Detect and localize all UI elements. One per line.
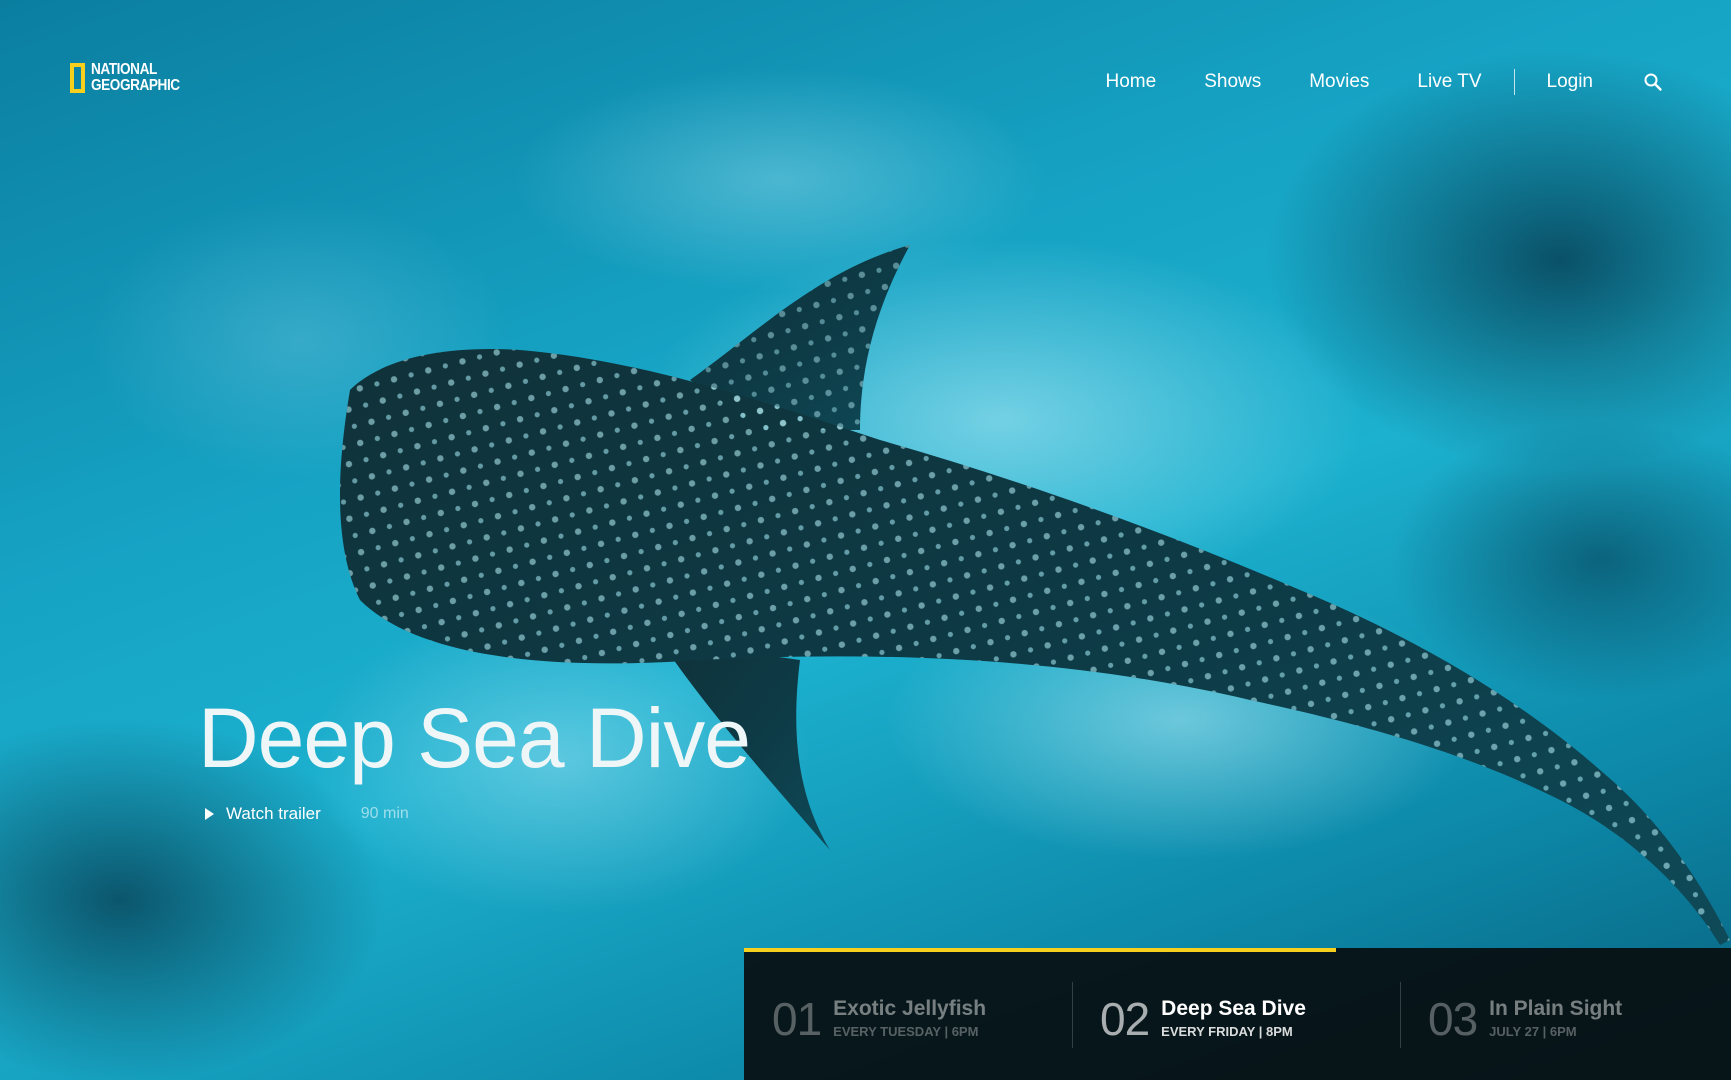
national-geographic-logo[interactable]: NATIONAL GEOGRAPHIC <box>70 62 195 94</box>
duration-label: 90 min <box>360 805 409 822</box>
episode-schedule: EVERY TUESDAY | 6PM <box>833 1023 979 1039</box>
nav-item-movies[interactable]: Movies <box>1309 71 1369 93</box>
watch-trailer-button[interactable]: Watch trailer <box>205 804 321 824</box>
yellow-border-icon <box>70 63 85 93</box>
watch-trailer-label: Watch trailer <box>226 804 321 823</box>
episode-title: In Plain Sight <box>1489 996 1623 1020</box>
hero-stage: NATIONAL GEOGRAPHIC Home Shows Movies Li… <box>0 0 1731 1080</box>
episode-item-1[interactable]: 01 Exotic Jellyfish EVERY TUESDAY | 6PM <box>744 948 1072 1080</box>
episode-number: 02 <box>1100 993 1150 1045</box>
hero-meta: Watch trailer 90 min <box>205 804 409 824</box>
episode-info: In Plain Sight JULY 27 | 6PM <box>1489 996 1622 1039</box>
logo-line-2: GEOGRAPHIC <box>91 77 180 94</box>
play-icon <box>205 808 214 820</box>
episode-item-2[interactable]: 02 Deep Sea Dive EVERY FRIDAY | 8PM <box>1072 948 1400 1080</box>
hero-title: Deep Sea Dive <box>198 691 751 785</box>
episode-title: Exotic Jellyfish <box>833 996 987 1020</box>
whale-shark-image <box>340 245 1730 945</box>
episode-bar: 01 Exotic Jellyfish EVERY TUESDAY | 6PM … <box>744 948 1731 1080</box>
episode-schedule: JULY 27 | 6PM <box>1489 1023 1577 1039</box>
episode-info: Exotic Jellyfish EVERY TUESDAY | 6PM <box>833 996 986 1039</box>
episode-title: Deep Sea Dive <box>1161 996 1306 1020</box>
episode-item-3[interactable]: 03 In Plain Sight JULY 27 | 6PM <box>1400 948 1728 1080</box>
main-nav: Home Shows Movies Live TV Login <box>1106 68 1663 96</box>
nav-item-home[interactable]: Home <box>1106 71 1157 93</box>
logo-wordmark: NATIONAL GEOGRAPHIC <box>91 62 180 94</box>
nav-item-shows[interactable]: Shows <box>1204 71 1261 93</box>
login-link[interactable]: Login <box>1547 71 1594 93</box>
search-icon[interactable] <box>1643 72 1663 92</box>
nav-divider <box>1513 69 1515 95</box>
nav-item-live-tv[interactable]: Live TV <box>1417 71 1481 93</box>
episode-number: 01 <box>772 993 822 1045</box>
logo-line-1: NATIONAL <box>91 61 157 78</box>
episode-number: 03 <box>1428 993 1478 1045</box>
episode-info: Deep Sea Dive EVERY FRIDAY | 8PM <box>1161 996 1306 1039</box>
episode-schedule: EVERY FRIDAY | 8PM <box>1161 1023 1293 1039</box>
